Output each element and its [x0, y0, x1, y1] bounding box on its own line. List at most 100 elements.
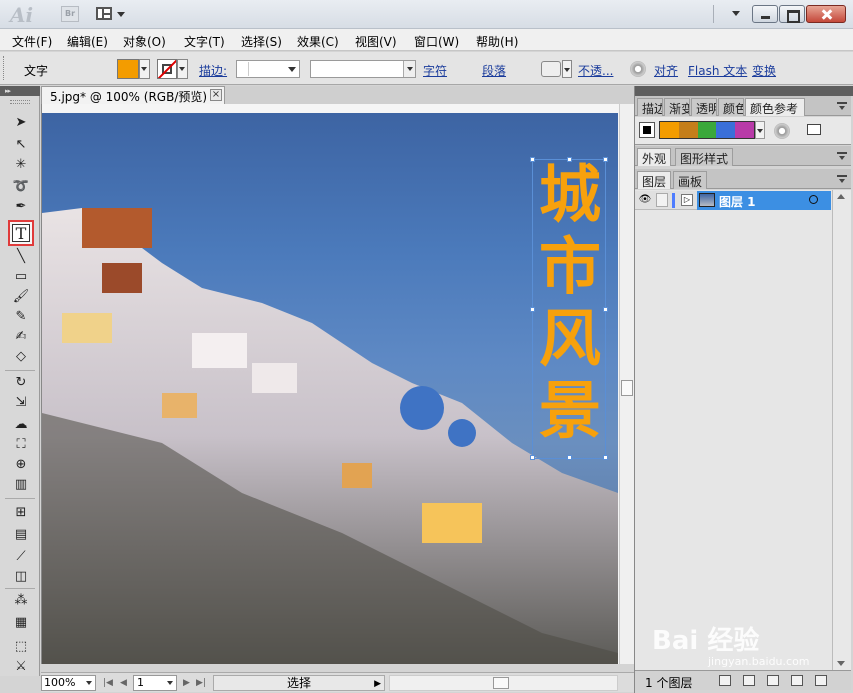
vertical-scrollbar[interactable] [619, 104, 634, 664]
scale-tool-icon[interactable]: ⇲ [11, 394, 31, 412]
pencil-tool-icon[interactable]: ✎ [11, 308, 31, 326]
fill-dropdown[interactable] [139, 59, 150, 79]
lock-toggle[interactable] [656, 193, 668, 207]
type-tool-icon[interactable]: T [8, 220, 34, 246]
tab-gradient[interactable]: 渐变 [664, 98, 690, 116]
menu-select[interactable]: 选择(S) [241, 33, 282, 50]
menu-effect[interactable]: 效果(C) [297, 33, 339, 50]
new-layer-icon[interactable] [791, 675, 803, 686]
harmony-swatches[interactable] [659, 121, 755, 139]
recolor-artwork-icon[interactable] [774, 123, 790, 139]
align-link[interactable]: 对齐 [654, 62, 678, 79]
shape-builder-tool-icon[interactable]: ⊕ [11, 456, 31, 474]
locate-object-icon[interactable] [719, 675, 731, 686]
opacity-link[interactable]: 不透... [578, 62, 613, 79]
panel-menu-icon[interactable] [837, 152, 847, 160]
horizontal-scroll-thumb[interactable] [493, 677, 509, 689]
layer-selected-row[interactable]: 图层 1 [697, 191, 831, 210]
eraser-tool-icon[interactable]: ◇ [11, 348, 31, 366]
bbox-handle[interactable] [567, 157, 572, 162]
tab-stroke[interactable]: 描边 [637, 98, 663, 116]
style-dropdown-button[interactable] [403, 61, 415, 77]
make-clipping-mask-icon[interactable] [743, 675, 755, 686]
opacity-dropdown[interactable] [562, 60, 572, 78]
line-tool-icon[interactable]: ╲ [11, 248, 31, 266]
tab-artboards[interactable]: 画板 [673, 171, 708, 189]
zoom-level-field[interactable]: 100% [41, 675, 96, 691]
warp-tool-icon[interactable]: ☁ [11, 416, 31, 434]
panel-menu-icon[interactable] [837, 175, 847, 183]
bbox-handle[interactable] [603, 455, 608, 460]
pen-tool-icon[interactable]: ✒ [11, 198, 31, 216]
slice-tool-icon[interactable]: ⚔ [11, 658, 31, 676]
perspective-grid-tool-icon[interactable]: ▥ [11, 476, 31, 494]
expand-triangle-icon[interactable]: ▷ [681, 194, 693, 206]
blend-tool-icon[interactable]: ◫ [11, 568, 31, 586]
paragraph-link[interactable]: 段落 [482, 62, 506, 79]
artboard-number-field[interactable]: 1 [133, 675, 177, 691]
mesh-tool-icon[interactable]: ⊞ [11, 504, 31, 522]
visibility-eye-icon[interactable]: 👁 [638, 194, 652, 206]
menu-type[interactable]: 文字(T) [184, 33, 225, 50]
bbox-handle[interactable] [567, 455, 572, 460]
scroll-down-icon[interactable] [837, 661, 845, 666]
tab-transparency[interactable]: 透明 [691, 98, 717, 116]
stroke-dropdown[interactable] [177, 59, 188, 79]
bbox-handle[interactable] [530, 157, 535, 162]
menu-file[interactable]: 文件(F) [12, 33, 52, 50]
layer-row[interactable]: 👁 ▷ 图层 1 [635, 191, 831, 210]
rectangle-tool-icon[interactable]: ▭ [11, 268, 31, 286]
harmony-swatch[interactable] [697, 122, 717, 138]
opacity-mask-icon[interactable] [541, 61, 561, 77]
stroke-weight-field[interactable] [236, 60, 300, 78]
character-link[interactable]: 字符 [423, 62, 447, 79]
column-graph-tool-icon[interactable]: ▦ [11, 614, 31, 632]
artboard-tool-icon[interactable]: ⬚ [11, 638, 31, 656]
target-circle-icon[interactable] [809, 195, 818, 204]
harmony-swatch[interactable] [716, 122, 736, 138]
first-artboard-icon[interactable]: |◀ [103, 678, 113, 688]
menu-edit[interactable]: 编辑(E) [67, 33, 108, 50]
base-color-swatch[interactable] [639, 122, 655, 138]
last-artboard-icon[interactable]: ▶| [196, 678, 206, 688]
scroll-up-icon[interactable] [837, 194, 845, 199]
bbox-handle[interactable] [530, 307, 535, 312]
symbol-sprayer-tool-icon[interactable]: ⁂ [11, 592, 31, 610]
status-display-menu[interactable]: 选择 ▶ [213, 675, 385, 691]
dock-header[interactable] [635, 86, 853, 96]
next-artboard-icon[interactable]: ▶ [183, 678, 190, 688]
tab-layers[interactable]: 图层 [637, 171, 672, 189]
menu-view[interactable]: 视图(V) [355, 33, 397, 50]
blob-brush-tool-icon[interactable]: ✍ [11, 328, 31, 346]
close-window-button[interactable] [806, 5, 846, 23]
stroke-link[interactable]: 描边: [199, 62, 227, 79]
previous-artboard-icon[interactable]: ◀ [120, 678, 127, 688]
eyedropper-tool-icon[interactable]: ⟋ [11, 548, 31, 566]
vertical-scroll-thumb[interactable] [621, 380, 633, 396]
control-bar-grip[interactable] [3, 56, 7, 80]
selection-tool-icon[interactable]: ➤ [11, 114, 31, 132]
harmony-swatch[interactable] [660, 122, 679, 138]
panel-menu-icon[interactable] [837, 102, 847, 110]
direct-selection-tool-icon[interactable]: ↖ [11, 136, 31, 154]
trash-icon[interactable] [815, 675, 827, 686]
harmony-swatch[interactable] [678, 122, 698, 138]
close-icon[interactable]: × [210, 89, 222, 101]
magic-wand-tool-icon[interactable]: ✳ [11, 156, 31, 174]
bbox-handle[interactable] [603, 307, 608, 312]
style-dropdown[interactable] [310, 60, 416, 78]
transform-link[interactable]: 变换 [752, 62, 776, 79]
bridge-button[interactable]: Br [61, 6, 79, 22]
canvas-area[interactable]: 城 市 风 景 [41, 104, 619, 664]
paintbrush-tool-icon[interactable]: 🖌 [11, 288, 31, 306]
maximize-button[interactable] [779, 5, 805, 23]
bbox-handle[interactable] [603, 157, 608, 162]
arrange-documents-button[interactable] [96, 5, 128, 23]
text-bounding-box[interactable] [530, 157, 608, 460]
stroke-weight-stepper[interactable] [238, 62, 249, 76]
tools-panel-header[interactable]: ▸▸ [0, 86, 40, 96]
placed-photo[interactable]: 城 市 风 景 [42, 113, 618, 664]
tab-graphic-styles[interactable]: 图形样式 [675, 148, 734, 166]
tab-color-guide[interactable]: 颜色参考 [745, 98, 805, 116]
minimize-button[interactable] [752, 5, 778, 23]
